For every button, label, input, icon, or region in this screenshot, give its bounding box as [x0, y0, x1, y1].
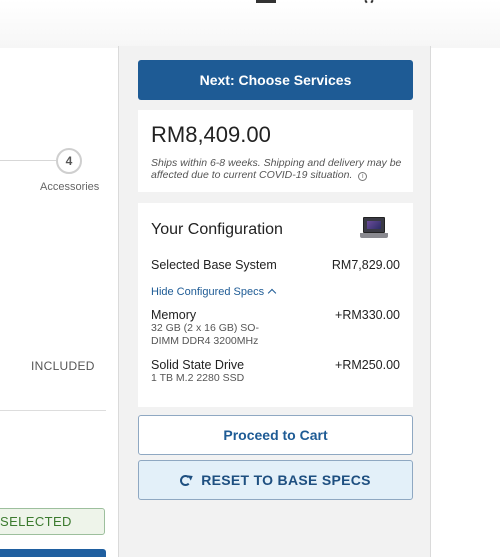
progress-line [0, 160, 56, 161]
spec-name-memory: Memory [151, 308, 197, 322]
step-4-circle[interactable]: 4 [56, 148, 82, 174]
info-icon[interactable]: i [358, 172, 368, 181]
configuration-card: Your Configuration Selected Base System … [138, 203, 413, 407]
config-title: Your Configuration [151, 221, 283, 238]
hide-specs-label: Hide Configured Specs [151, 286, 265, 298]
included-label: INCLUDED [31, 359, 95, 373]
proceed-to-cart-button[interactable]: Proceed to Cart [138, 415, 413, 455]
spec-name-ssd: Solid State Drive [151, 358, 245, 372]
order-summary-panel: Next: Choose Services RM8,409.00 Ships w… [118, 46, 431, 557]
price-card: RM8,409.00 Ships within 6-8 weeks. Shipp… [138, 110, 413, 192]
top-header-strip [0, 0, 500, 48]
hide-configured-specs-link[interactable]: Hide Configured Specs [151, 286, 277, 298]
next-choose-services-button[interactable]: Next: Choose Services [138, 60, 413, 100]
base-system-label: Selected Base System [151, 258, 277, 272]
spec-detail-ssd: 1 TB M.2 2280 SSD [151, 372, 245, 384]
divider [0, 410, 106, 411]
base-system-price: RM7,829.00 [331, 258, 400, 272]
reset-button-label: RESET TO BASE SPECS [201, 472, 371, 488]
partial-blue-button[interactable] [0, 549, 106, 557]
spec-price-memory: +RM330.00 [335, 308, 400, 322]
header-icon-partial-2[interactable] [363, 0, 375, 3]
chevron-up-icon [267, 288, 277, 298]
total-price: RM8,409.00 [151, 122, 271, 147]
reset-to-base-specs-button[interactable]: RESET TO BASE SPECS [138, 460, 413, 500]
laptop-icon [360, 217, 388, 243]
selected-button[interactable]: SELECTED [0, 508, 105, 535]
spec-detail-memory-line1: 32 GB (2 x 16 GB) SO- [151, 322, 259, 334]
spec-price-ssd: +RM250.00 [335, 358, 400, 372]
step-4-label: Accessories [40, 181, 100, 193]
configurator-left-panel: 4 Accessories INCLUDED SELECTED [0, 48, 118, 557]
refresh-icon [180, 475, 192, 486]
spec-detail-memory-line2: DIMM DDR4 3200MHz [151, 335, 259, 347]
header-icon-partial[interactable] [256, 0, 276, 3]
shipping-note: Ships within 6-8 weeks. Shipping and del… [151, 157, 403, 181]
